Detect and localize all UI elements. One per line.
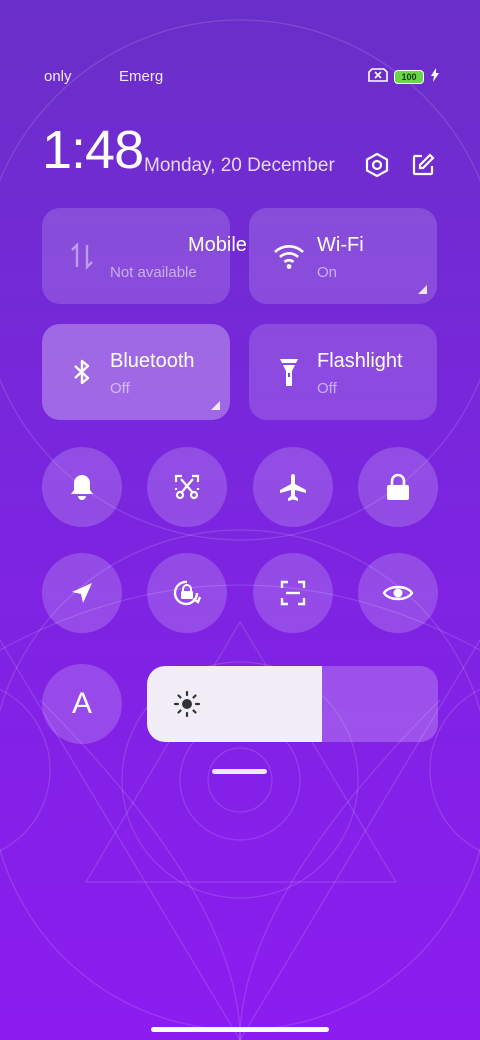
toggle-screenshot[interactable] xyxy=(147,447,227,527)
wifi-icon xyxy=(271,238,307,274)
carrier-label-2: Emerg xyxy=(119,68,163,85)
battery-icon: 100 xyxy=(394,70,424,84)
auto-brightness-label: A xyxy=(71,687,92,720)
tile-flashlight-subtitle: Off xyxy=(317,380,337,397)
screenshot-icon xyxy=(174,474,200,500)
scan-icon xyxy=(280,580,306,606)
status-bar: only Emerg 100 xyxy=(0,62,480,90)
toggle-rotation-lock[interactable] xyxy=(147,553,227,633)
tile-wifi[interactable]: Wi-Fi On xyxy=(249,208,437,304)
wifi-expand-indicator[interactable] xyxy=(418,285,427,294)
edit-button[interactable] xyxy=(408,150,438,180)
toggle-airplane[interactable] xyxy=(253,447,333,527)
tile-flashlight[interactable]: Flashlight Off xyxy=(249,324,437,420)
tile-bluetooth-title: Bluetooth xyxy=(110,350,195,372)
toggle-lock-screen[interactable] xyxy=(358,447,438,527)
brightness-slider[interactable] xyxy=(147,666,438,742)
clock: 1:48 xyxy=(42,120,144,180)
tile-mobile-data[interactable]: Mobile Not available xyxy=(42,208,247,304)
home-indicator[interactable] xyxy=(151,1027,329,1032)
eye-icon xyxy=(382,585,414,601)
airplane-icon xyxy=(280,474,306,501)
toggle-reading-mode[interactable] xyxy=(358,553,438,633)
toggle-location[interactable] xyxy=(42,553,122,633)
bell-icon xyxy=(71,475,93,500)
bluetooth-icon xyxy=(64,354,100,390)
flashlight-icon xyxy=(271,354,307,390)
settings-button[interactable] xyxy=(362,150,392,180)
tile-wifi-title: Wi-Fi xyxy=(317,234,364,256)
date-label: Monday, 20 December xyxy=(144,155,335,176)
tile-mobile-title: Mobile xyxy=(188,234,247,256)
lock-icon xyxy=(387,473,409,500)
no-sim-icon xyxy=(368,68,388,86)
edit-icon xyxy=(412,153,435,176)
toggle-silent[interactable] xyxy=(42,447,122,527)
bluetooth-expand-indicator[interactable] xyxy=(211,401,220,410)
settings-hexagon-icon xyxy=(365,152,389,178)
location-icon xyxy=(72,583,92,603)
carrier-label-1: only xyxy=(44,68,72,85)
tile-bluetooth-subtitle: Off xyxy=(110,380,130,397)
panel-drag-handle[interactable] xyxy=(212,769,267,774)
bolt-icon xyxy=(430,68,440,86)
auto-brightness-button[interactable]: A xyxy=(42,664,122,744)
sun-icon xyxy=(173,690,201,718)
rotation-lock-icon xyxy=(173,580,202,606)
toggle-scanner[interactable] xyxy=(253,553,333,633)
mobile-data-icon xyxy=(64,238,100,274)
tile-flashlight-title: Flashlight xyxy=(317,350,403,372)
tile-bluetooth[interactable]: Bluetooth Off xyxy=(42,324,230,420)
tile-wifi-subtitle: On xyxy=(317,264,338,281)
tile-mobile-subtitle: Not available xyxy=(110,264,197,281)
